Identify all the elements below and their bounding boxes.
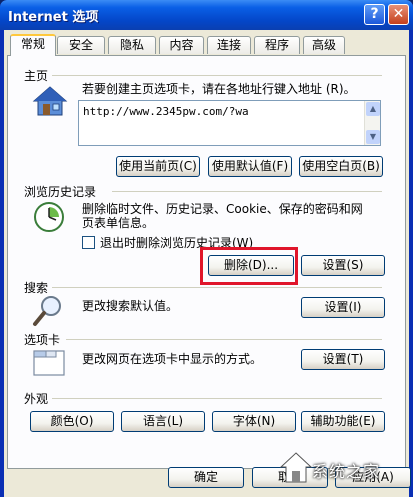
- close-button[interactable]: ✕: [388, 4, 409, 25]
- home-description: 若要创建主页选项卡，请在各地址行键入地址 (R)。: [82, 82, 356, 96]
- accessibility-button[interactable]: 辅助功能(E): [301, 411, 385, 432]
- home-divider: [52, 75, 382, 76]
- search-magnifier-icon: [32, 293, 66, 330]
- tabs-window-icon: [32, 346, 66, 379]
- tab-programs[interactable]: 程序: [254, 36, 300, 54]
- dialog-window: Internet 选项 ? ✕ 常规 安全 隐私 内容 连接 程序 高级 主页 …: [0, 0, 413, 497]
- search-divider: [52, 287, 382, 288]
- search-description: 更改搜索默认值。: [82, 299, 179, 313]
- home-url-textarea[interactable]: http://www.2345pw.com/?wa ▲ ▼: [78, 100, 381, 146]
- home-url-scrollbar[interactable]: ▲ ▼: [364, 101, 380, 145]
- history-settings-button[interactable]: 设置(S): [301, 255, 385, 276]
- tabs-divider: [66, 339, 382, 340]
- title-bar[interactable]: Internet 选项 ? ✕: [0, 0, 413, 30]
- tab-general[interactable]: 常规: [10, 34, 56, 56]
- appearance-divider: [52, 398, 382, 399]
- history-divider: [112, 191, 382, 192]
- help-button[interactable]: ?: [364, 4, 385, 25]
- delete-button-highlight: [200, 247, 298, 285]
- tabs-settings-button[interactable]: 设置(T): [301, 349, 385, 370]
- tab-connections[interactable]: 连接: [207, 36, 251, 54]
- use-default-button[interactable]: 使用默认值(F): [208, 156, 292, 177]
- home-section-label: 主页: [24, 69, 49, 83]
- history-section-label: 浏览历史记录: [24, 185, 97, 199]
- fonts-button[interactable]: 字体(N): [212, 411, 296, 432]
- tab-security[interactable]: 安全: [57, 36, 105, 54]
- appearance-section-label: 外观: [24, 392, 49, 406]
- tab-content[interactable]: 内容: [159, 36, 204, 54]
- delete-on-exit-checkbox[interactable]: [82, 236, 95, 249]
- languages-button[interactable]: 语言(L): [121, 411, 205, 432]
- watermark-text: 系统之家: [312, 462, 381, 481]
- tab-advanced[interactable]: 高级: [303, 36, 345, 54]
- home-url-value: http://www.2345pw.com/?wa: [83, 105, 249, 118]
- tab-privacy[interactable]: 隐私: [108, 36, 156, 54]
- site-watermark: 系统之家: [278, 440, 410, 492]
- ok-button[interactable]: 确定: [168, 467, 244, 488]
- search-settings-button[interactable]: 设置(I): [301, 297, 385, 318]
- scroll-up-icon[interactable]: ▲: [366, 102, 380, 116]
- scroll-down-icon[interactable]: ▼: [366, 130, 380, 144]
- use-blank-button[interactable]: 使用空白页(B): [299, 156, 383, 177]
- colors-button[interactable]: 颜色(O): [30, 411, 114, 432]
- home-house-icon: [32, 85, 68, 120]
- watermark-logo-icon: [279, 452, 313, 483]
- tabs-description: 更改网页在选项卡中显示的方式。: [82, 352, 263, 366]
- use-current-button[interactable]: 使用当前页(C): [116, 156, 200, 177]
- history-description: 删除临时文件、历史记录、Cookie、保存的密码和网页表单信息。: [82, 202, 363, 230]
- window-title: Internet 选项: [8, 10, 99, 25]
- history-clock-icon: [32, 200, 66, 237]
